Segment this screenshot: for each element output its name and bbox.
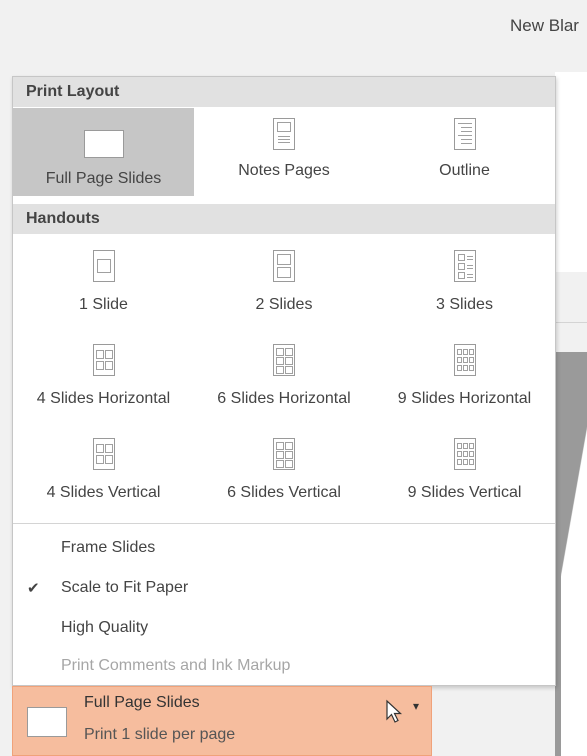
option-high-quality[interactable]: High Quality: [61, 619, 148, 637]
handout-label: 9 Slides Horizontal: [397, 390, 532, 407]
handout-1-slide[interactable]: 1 Slide: [13, 245, 194, 325]
selector-subtitle: Print 1 slide per page: [84, 726, 236, 743]
handout-6-vertical-icon: [273, 438, 295, 470]
handout-6-slides-vertical[interactable]: 6 Slides Vertical: [194, 433, 374, 513]
background-panel: [555, 72, 587, 272]
handout-label: 4 Slides Vertical: [46, 484, 161, 501]
handout-1-slide-icon: [92, 250, 115, 282]
background-divider: [555, 322, 587, 323]
print-layout-selector[interactable]: Full Page Slides Print 1 slide per page …: [12, 686, 432, 756]
outline-icon: [453, 118, 476, 150]
handout-label: 2 Slides: [255, 296, 313, 313]
handout-label: 1 Slide: [79, 296, 128, 313]
layout-label: Full Page Slides: [45, 170, 162, 187]
handout-4-slides-vertical[interactable]: 4 Slides Vertical: [13, 433, 194, 513]
handouts-header: Handouts: [13, 204, 555, 234]
slide-thumbnail-icon: [27, 707, 67, 737]
handout-label: 4 Slides Horizontal: [36, 390, 171, 407]
handout-3-slides-icon: [453, 250, 476, 282]
dropdown-arrow-icon[interactable]: ▾: [413, 699, 419, 713]
handout-label: 6 Slides Vertical: [227, 484, 341, 501]
layout-full-page-slides[interactable]: Full Page Slides: [13, 108, 194, 196]
check-icon: ✔: [27, 580, 40, 597]
notes-pages-icon: [273, 118, 295, 150]
handout-9-slides-horizontal[interactable]: 9 Slides Horizontal: [374, 339, 555, 419]
layout-outline[interactable]: Outline: [374, 108, 555, 196]
handout-2-slides-icon: [273, 250, 295, 282]
layout-label: Outline: [439, 162, 490, 179]
handout-6-horizontal-icon: [273, 344, 295, 376]
document-title: New Blar: [510, 16, 579, 35]
handout-9-slides-vertical[interactable]: 9 Slides Vertical: [374, 433, 555, 513]
handout-4-slides-horizontal[interactable]: 4 Slides Horizontal: [13, 339, 194, 419]
slide-preview-area: [555, 352, 587, 756]
layout-label: Notes Pages: [238, 162, 330, 179]
handout-label: 9 Slides Vertical: [407, 484, 522, 501]
handout-4-vertical-icon: [92, 438, 115, 470]
selector-title: Full Page Slides: [84, 694, 200, 711]
full-page-slide-icon: [83, 130, 124, 158]
option-scale-to-fit-paper[interactable]: Scale to Fit Paper: [61, 579, 188, 597]
option-frame-slides[interactable]: Frame Slides: [61, 539, 155, 557]
handout-label: 6 Slides Horizontal: [217, 390, 351, 407]
handout-6-slides-horizontal[interactable]: 6 Slides Horizontal: [194, 339, 374, 419]
print-layout-header: Print Layout: [13, 77, 555, 107]
handout-2-slides[interactable]: 2 Slides: [194, 245, 374, 325]
handout-9-vertical-icon: [453, 438, 476, 470]
print-layout-dropdown: Print Layout Full Page Slides Notes Page…: [12, 76, 556, 686]
layout-notes-pages[interactable]: Notes Pages: [194, 108, 374, 196]
handout-label: 3 Slides: [436, 296, 493, 313]
mouse-cursor-icon: [386, 699, 403, 723]
handout-3-slides[interactable]: 3 Slides: [374, 245, 555, 325]
option-print-comments: Print Comments and Ink Markup: [61, 657, 291, 674]
handout-4-horizontal-icon: [92, 344, 115, 376]
title-bar: New Blar: [0, 0, 587, 72]
options-divider: [13, 523, 555, 524]
handout-9-horizontal-icon: [453, 344, 476, 376]
